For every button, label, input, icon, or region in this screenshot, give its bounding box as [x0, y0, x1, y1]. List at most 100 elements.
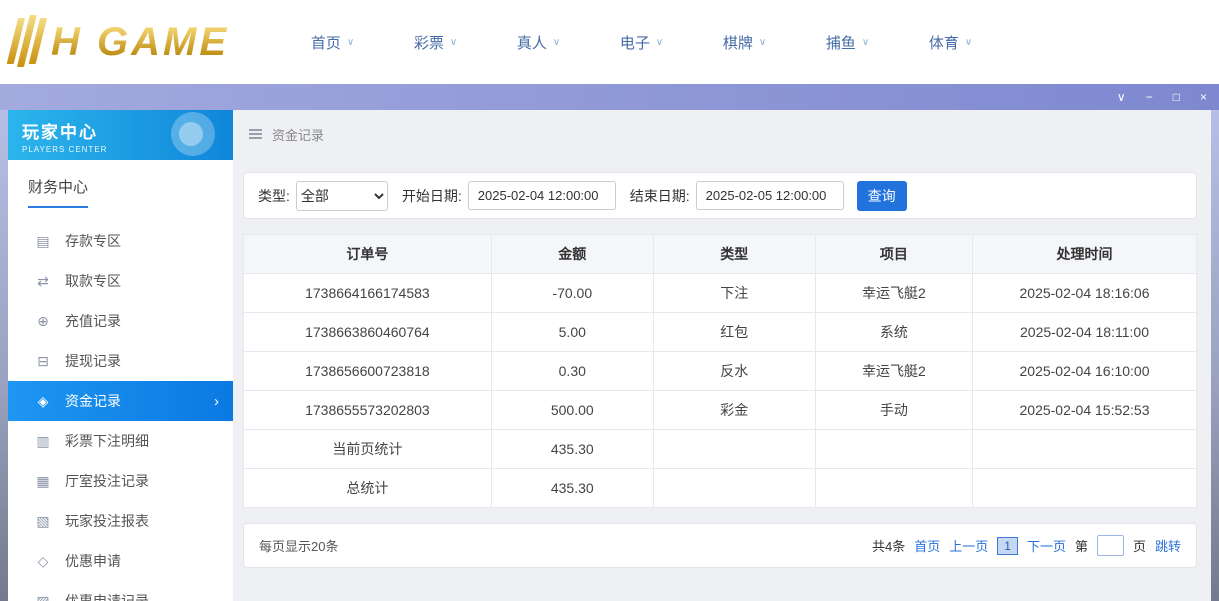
sidebar-item-withdrawal-records[interactable]: ⊟提现记录 — [8, 341, 233, 381]
sidebar-item-label: 充值记录 — [65, 311, 121, 331]
chevron-down-icon: ∨ — [553, 37, 560, 48]
nav-item-home[interactable]: 首页 ∨ — [281, 32, 384, 53]
type-select[interactable]: 全部 — [296, 181, 388, 211]
sidebar-item-promo-application-records[interactable]: ▨优惠申请记录 — [8, 581, 233, 601]
table-cell — [815, 469, 972, 508]
table-cell — [653, 430, 815, 469]
nav-label: 真人 — [517, 32, 547, 53]
sidebar-item-recharge-records[interactable]: ⊕ 充值记录 — [8, 301, 233, 341]
logo-icon — [6, 18, 47, 67]
table-cell: 幸运飞艇2 — [815, 352, 972, 391]
window-maximize-icon[interactable]: □ — [1173, 91, 1180, 103]
page-jump-input[interactable] — [1097, 535, 1124, 556]
table-cell: 0.30 — [491, 352, 653, 391]
sidebar-section-finance: 财务中心 — [8, 160, 233, 208]
filter-bar: 类型: 全部 开始日期: 结束日期: 查询 — [243, 172, 1197, 219]
main-content: 资金记录 类型: 全部 开始日期: 结束日期: 查询 订单号 金额 类型 项目 … — [233, 110, 1211, 601]
sidebar-item-promo-application[interactable]: ◇ 优惠申请 — [8, 541, 233, 581]
table-cell: 1738664166174583 — [244, 274, 492, 313]
sidebar-item-lottery-bet-details[interactable]: ▥ 彩票下注明细 — [8, 421, 233, 461]
deposit-icon: ▤ — [34, 233, 52, 250]
start-date-label: 开始日期: — [402, 186, 462, 206]
chevron-down-icon: ∨ — [347, 37, 354, 48]
nav-label: 首页 — [311, 32, 341, 53]
table-cell: 500.00 — [491, 391, 653, 430]
sidebar-header: 玩家中心 PLAYERS CENTER — [8, 110, 233, 160]
current-page-indicator[interactable]: 1 — [997, 537, 1018, 555]
table-cell: 435.30 — [491, 469, 653, 508]
jump-button[interactable]: 跳转 — [1155, 536, 1181, 555]
sidebar-item-label: 厅室投注记录 — [65, 471, 149, 491]
lottery-bet-details-icon: ▥ — [34, 433, 52, 450]
nav-item-slots[interactable]: 电子∨ — [590, 32, 693, 53]
sidebar-item-player-bet-reports[interactable]: ▧玩家投注报表 — [8, 501, 233, 541]
table-row: 1738664166174583 -70.00 下注 幸运飞艇2 2025-02… — [244, 274, 1197, 313]
nav-item-fishing[interactable]: 捕鱼∨ — [796, 32, 899, 53]
first-page-link[interactable]: 首页 — [914, 536, 940, 555]
table-cell — [815, 430, 972, 469]
table-row: 1738656600723818 0.30 反水 幸运飞艇2 2025-02-0… — [244, 352, 1197, 391]
table-cell: 2025-02-04 18:11:00 — [973, 313, 1197, 352]
start-date-input[interactable] — [468, 181, 616, 210]
table-row: 1738663860460764 5.00 红包 系统 2025-02-04 1… — [244, 313, 1197, 352]
sidebar-item-hall-bet-records[interactable]: ▦ 厅室投注记录 — [8, 461, 233, 501]
sidebar-section-label: 财务中心 — [28, 176, 88, 208]
end-date-input[interactable] — [696, 181, 844, 210]
page-title: 资金记录 — [272, 125, 324, 144]
jump-prefix-label: 第 — [1075, 536, 1088, 555]
sidebar-item-label: 存款专区 — [65, 231, 121, 251]
table-cell: 1738655573202803 — [244, 391, 492, 430]
table-cell: 手动 — [815, 391, 972, 430]
per-page-label: 每页显示20条 — [259, 536, 338, 555]
promo-application-records-icon: ▨ — [34, 593, 52, 601]
nav-item-live[interactable]: 真人 ∨ — [487, 32, 590, 53]
table-cell: 彩金 — [653, 391, 815, 430]
chevron-down-icon: ∨ — [862, 37, 869, 48]
sidebar-item-label: 优惠申请 — [65, 551, 121, 571]
table-cell: 反水 — [653, 352, 815, 391]
query-button[interactable]: 查询 — [857, 181, 907, 211]
window-close-icon[interactable]: × — [1200, 91, 1207, 103]
table-cell: 2025-02-04 15:52:53 — [973, 391, 1197, 430]
window-minimize-icon[interactable]: − — [1146, 91, 1153, 103]
fund-records-icon: ◈ — [34, 393, 52, 410]
sidebar-item-label: 彩票下注明细 — [65, 431, 149, 451]
nav-item-sports[interactable]: 体育 ∨ — [899, 32, 1002, 53]
table-cell: 2025-02-04 18:16:06 — [973, 274, 1197, 313]
sidebar-item-withdraw-zone[interactable]: ⇄取款专区 — [8, 261, 233, 301]
promo-application-icon: ◇ — [34, 553, 52, 570]
logo-text: H GAME — [51, 20, 229, 65]
table-header-row: 订单号 金额 类型 项目 处理时间 — [244, 235, 1197, 274]
jump-suffix-label: 页 — [1133, 536, 1146, 555]
end-date-label: 结束日期: — [630, 186, 690, 206]
funds-table: 订单号 金额 类型 项目 处理时间 1738664166174583 -70.0… — [243, 234, 1197, 508]
table-cell — [973, 469, 1197, 508]
sidebar-item-deposit-zone[interactable]: ▤ 存款专区 — [8, 221, 233, 261]
prev-page-link[interactable]: 上一页 — [949, 536, 988, 555]
hall-bet-records-icon: ▦ — [34, 473, 52, 490]
table-cell: 红包 — [653, 313, 815, 352]
app-body: 玩家中心 PLAYERS CENTER 财务中心 ▤ 存款专区 ⇄取款专区 ⊕ 充值… — [0, 110, 1219, 601]
chevron-down-icon: ∨ — [656, 37, 663, 48]
pagination-bar: 每页显示20条 共4条 首页 上一页 1 下一页 第 页 跳转 — [243, 523, 1197, 568]
recharge-icon: ⊕ — [34, 313, 52, 330]
sidebar-item-label: 资金记录 — [65, 391, 121, 411]
chevron-down-icon: ∨ — [450, 37, 457, 48]
table-cell: -70.00 — [491, 274, 653, 313]
table-header-item: 项目 — [815, 235, 972, 274]
nav-label: 体育 — [929, 32, 959, 53]
next-page-link[interactable]: 下一页 — [1027, 536, 1066, 555]
sidebar-item-fund-records[interactable]: ◈资金记录› — [8, 381, 233, 421]
nav-item-lottery[interactable]: 彩票∨ — [384, 32, 487, 53]
table-cell: 435.30 — [491, 430, 653, 469]
nav-label: 棋牌 — [723, 32, 753, 53]
table-cell: 1738656600723818 — [244, 352, 492, 391]
table-cell: 2025-02-04 16:10:00 — [973, 352, 1197, 391]
nav-item-chess[interactable]: 棋牌∨ — [693, 32, 796, 53]
window-chevron-icon[interactable]: ∨ — [1117, 91, 1126, 103]
table-row-grand-total: 总统计 435.30 — [244, 469, 1197, 508]
chevron-down-icon: ∨ — [965, 37, 972, 48]
logo[interactable]: H GAME — [12, 18, 229, 67]
type-label: 类型: — [258, 186, 290, 206]
controller-graphic-inner — [179, 122, 203, 146]
